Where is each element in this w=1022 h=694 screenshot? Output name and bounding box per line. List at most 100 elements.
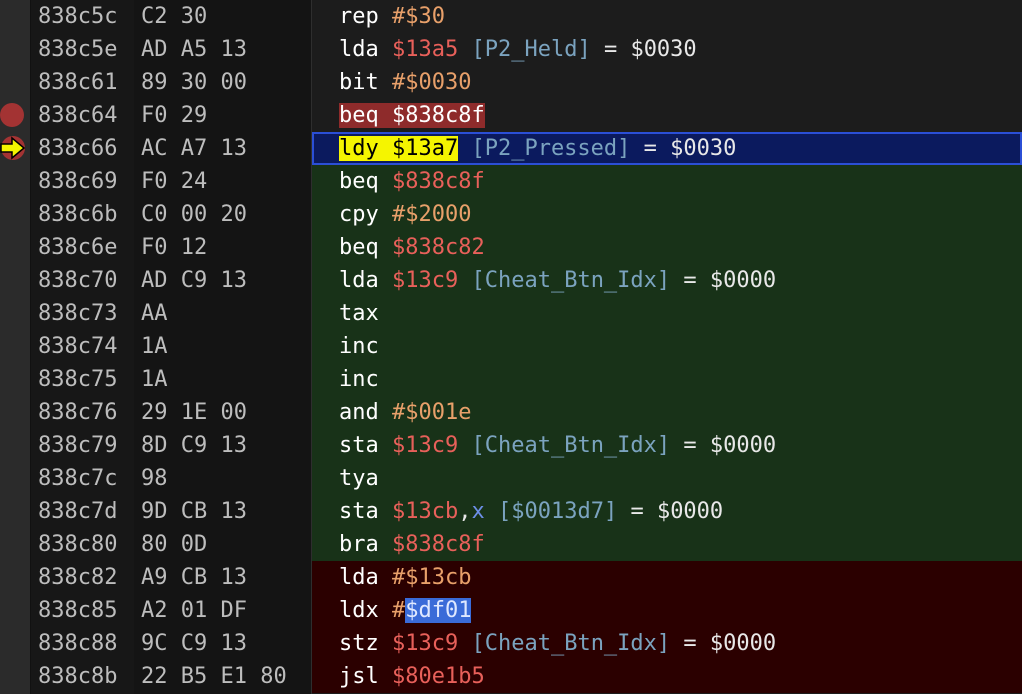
instruction-bytes: 22 B5 E1 80	[141, 664, 287, 689]
instruction-row[interactable]: 838c76 29 1E 00 and #$001e	[0, 396, 1022, 429]
instruction-bytes: C0 00 20	[141, 202, 247, 227]
instruction-row[interactable]: 838c80 80 0D bra $838c8f	[0, 528, 1022, 561]
operand: #$0030	[392, 70, 472, 95]
operand-label: [P2_Pressed]	[471, 136, 631, 161]
instruction-text: inc	[339, 363, 379, 396]
instruction-row[interactable]: 838c85 A2 01 DF ldx #$df01	[0, 594, 1022, 627]
instruction-address: 838c70	[38, 268, 118, 293]
operand: #$13cb	[392, 565, 472, 590]
instruction-row[interactable]: 838c75 1A inc	[0, 363, 1022, 396]
operand-value: = $0030	[603, 37, 697, 62]
operand: $838c82	[392, 235, 485, 260]
instruction-address: 838c64	[38, 103, 118, 128]
operand-value: = $0000	[683, 268, 777, 293]
instruction-text: ldx #$df01	[339, 594, 472, 627]
instruction-address: 838c73	[38, 301, 118, 326]
operand-value: = $0000	[683, 433, 777, 458]
instruction-text: beq $838c8f	[339, 99, 485, 132]
instruction-mnemonic: lda	[339, 268, 379, 293]
operand-label: [P2_Held]	[471, 37, 591, 62]
instruction-mnemonic: sta	[339, 433, 379, 458]
instruction-address: 838c7d	[38, 499, 118, 524]
instruction-bytes: 9D CB 13	[141, 499, 247, 524]
instruction-row[interactable]: 838c7c 98 tya	[0, 462, 1022, 495]
instruction-mnemonic: lda	[339, 37, 379, 62]
instruction-mnemonic: beq	[339, 169, 379, 194]
instruction-address: 838c80	[38, 532, 118, 557]
instruction-row[interactable]: 838c69 F0 24 beq $838c8f	[0, 165, 1022, 198]
instruction-text: lda $13c9 [Cheat_Btn_Idx] = $0000	[339, 264, 776, 297]
instruction-row[interactable]: 838c8b 22 B5 E1 80 jsl $80e1b5	[0, 660, 1022, 693]
instruction-mnemonic: lda	[339, 565, 379, 590]
instruction-mnemonic: and	[339, 400, 379, 425]
instruction-address: 838c6b	[38, 202, 118, 227]
operand: #$30	[392, 4, 445, 29]
instruction-text: cpy #$2000	[339, 198, 471, 231]
instruction-row[interactable]: 838c79 8D C9 13 sta $13c9 [Cheat_Btn_Idx] …	[0, 429, 1022, 462]
instruction-text: beq $838c82	[339, 231, 485, 264]
instruction-bytes: F0 29	[141, 103, 208, 128]
operand: #$001e	[392, 400, 472, 425]
instruction-bytes: A2 01 DF	[141, 598, 247, 623]
instruction-mnemonic: stz	[339, 631, 379, 656]
instruction-bytes: 9C C9 13	[141, 631, 247, 656]
instruction-row[interactable]: 838c5e AD A5 13 lda $13a5 [P2_Held] = $003…	[0, 33, 1022, 66]
instruction-address: 838c74	[38, 334, 118, 359]
instruction-row[interactable]: 838c82 A9 CB 13 lda #$13cb	[0, 561, 1022, 594]
instruction-row[interactable]: 838c5c C2 30 rep #$30	[0, 0, 1022, 33]
instruction-mnemonic: sta	[339, 499, 379, 524]
instruction-address: 838c88	[38, 631, 118, 656]
instruction-bytes: AC A7 13	[141, 136, 247, 161]
instruction-mnemonic: inc	[339, 367, 379, 392]
instruction-row[interactable]: 838c88 9C C9 13 stz $13c9 [Cheat_Btn_Idx] …	[0, 627, 1022, 660]
instruction-text: tya	[339, 462, 379, 495]
instruction-text: and #$001e	[339, 396, 471, 429]
code-cell	[312, 363, 1022, 396]
instruction-bytes: A9 CB 13	[141, 565, 247, 590]
instruction-text: jsl $80e1b5	[339, 660, 485, 693]
instruction-row[interactable]: 838c7d 9D CB 13 sta $13cb,x [$0013d7] = $0…	[0, 495, 1022, 528]
instruction-mnemonic: beq $838c8f	[339, 103, 485, 128]
operand: $80e1b5	[392, 664, 485, 689]
operand-separator: ,	[458, 499, 472, 524]
instruction-text: beq $838c8f	[339, 165, 485, 198]
instruction-mnemonic: cpy	[339, 202, 379, 227]
instruction-address: 838c61	[38, 70, 118, 95]
instruction-row[interactable]: 838c6e F0 12 beq $838c82	[0, 231, 1022, 264]
instruction-mnemonic: tya	[339, 466, 379, 491]
operand: $13cb	[392, 499, 459, 524]
current-instruction-highlight: ldy $13a7	[339, 136, 459, 161]
instruction-text: inc	[339, 330, 379, 363]
instruction-bytes: 8D C9 13	[141, 433, 247, 458]
instruction-bytes: F0 24	[141, 169, 208, 194]
instruction-row[interactable]: 838c70 AD C9 13 lda $13c9 [Cheat_Btn_Idx] …	[0, 264, 1022, 297]
instruction-row[interactable]: 838c6b C0 00 20 cpy #$2000	[0, 198, 1022, 231]
operand: $13a5	[392, 37, 459, 62]
instruction-text: stz $13c9 [Cheat_Btn_Idx] = $0000	[339, 627, 776, 660]
operand-label: [$0013d7]	[497, 499, 618, 524]
instruction-address: 838c79	[38, 433, 118, 458]
breakpoint-icon[interactable]	[0, 103, 24, 127]
instruction-text: bit #$0030	[339, 66, 471, 99]
operand: #$2000	[392, 202, 472, 227]
instruction-mnemonic: beq	[339, 235, 379, 260]
instruction-row[interactable]: 838c61 89 30 00 bit #$0030	[0, 66, 1022, 99]
breakpoint-highlight: beq $838c8f	[339, 103, 485, 128]
instruction-text: bra $838c8f	[339, 528, 485, 561]
instruction-bytes: AD C9 13	[141, 268, 247, 293]
instruction-row[interactable]: 838c73 AA tax	[0, 297, 1022, 330]
code-cell	[312, 462, 1022, 495]
instruction-text: sta $13c9 [Cheat_Btn_Idx] = $0000	[339, 429, 776, 462]
current-instruction-row[interactable]: 838c66 AC A7 13 ldy $13a7 [P2_Pressed] = $…	[0, 132, 1022, 165]
instruction-address: 838c5c	[38, 4, 118, 29]
instruction-address: 838c8b	[38, 664, 118, 689]
instruction-address: 838c75	[38, 367, 118, 392]
instruction-address: 838c85	[38, 598, 118, 623]
instruction-mnemonic: bit	[339, 70, 379, 95]
operand: $838c8f	[392, 532, 485, 557]
disassembly-view[interactable]: 838c5c C2 30 rep #$30 838c5e AD A5 13 lda $13…	[0, 0, 1022, 694]
instruction-text: tax	[339, 297, 379, 330]
instruction-row[interactable]: 838c74 1A inc	[0, 330, 1022, 363]
instruction-row[interactable]: 838c64 F0 29 beq $838c8f	[0, 99, 1022, 132]
instruction-bytes: 29 1E 00	[141, 400, 247, 425]
